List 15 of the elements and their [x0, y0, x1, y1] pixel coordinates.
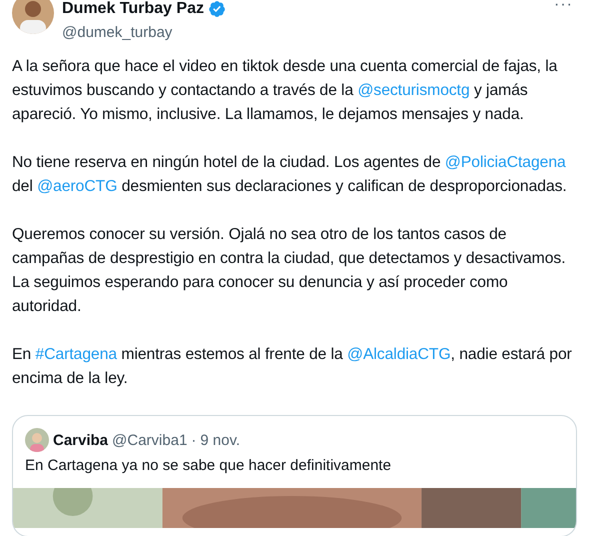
author-handle[interactable]: @dumek_turbay	[62, 23, 542, 43]
author-name[interactable]: Dumek Turbay Paz	[62, 0, 204, 18]
avatar[interactable]	[25, 428, 49, 452]
more-button[interactable]: ···	[550, 0, 577, 14]
tweet-paragraph: A la señora que hace el video en tiktok desde una cuenta comercial de fajas, la estuvimos buscando y contactando a través de la @secturismoctg y jamás apareció. Yo mismo, inclusive. La llamamos, le dejamos mensajes y nada.	[12, 57, 558, 125]
quoted-author-handle[interactable]: @Carviba1	[112, 432, 188, 448]
tweet-paragraph: No tiene reserva en ningún hotel de la ciudad. Los agentes de @PoliciaCtagena del @aeroCTG desmienten sus declaraciones y califican de desproporcionadas.	[12, 153, 568, 197]
tweet-paragraph: En #Cartagena mientras estemos al frente de la @AlcaldiaCTG, nadie estará por encima de la ley.	[12, 345, 573, 389]
quoted-author-name[interactable]: Carviba	[53, 432, 108, 448]
separator: ·	[191, 432, 196, 448]
tweet-paragraph: Queremos conocer su versión. Ojalá no sea otro de los tantos casos de campañas de desprestigio en contra la ciudad, que detectamos y desactivamos. La seguimos esperando para conocer su denuncia y así proceder como autoridad.	[12, 225, 567, 317]
quoted-tweet-card[interactable]: Carviba @Carviba1 · 9 nov. En Cartagena ya no se sabe que hacer definitivamente	[12, 415, 577, 536]
quoted-date[interactable]: 9 nov.	[200, 432, 240, 448]
quoted-tweet-text: En Cartagena ya no se sabe que hacer definitivamente	[25, 456, 392, 476]
avatar[interactable]	[12, 0, 54, 34]
